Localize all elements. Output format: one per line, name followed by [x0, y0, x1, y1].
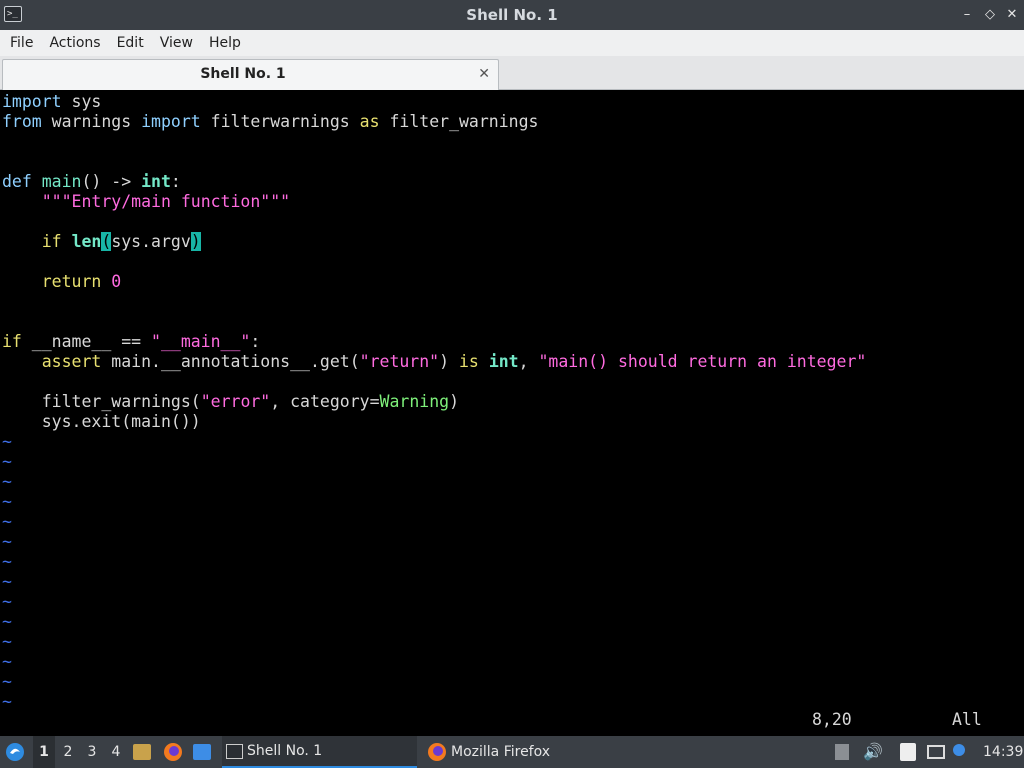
- empty-line-tilde: ~: [2, 632, 12, 651]
- empty-line-tilde: ~: [2, 532, 12, 551]
- updates-icon[interactable]: [953, 736, 969, 768]
- empty-line-tilde: ~: [2, 652, 12, 671]
- task-label: Mozilla Firefox: [451, 744, 551, 760]
- code-line-17: sys.exit(main()): [41, 412, 201, 431]
- restore-button[interactable]: ◇: [981, 6, 999, 24]
- taskbar: 1 2 3 4 Shell No. 1 Mozilla Firefox 🔊 14…: [0, 736, 1024, 768]
- terminal-icon: [226, 743, 243, 759]
- workspace-3[interactable]: 3: [81, 736, 103, 768]
- menu-view[interactable]: View: [154, 30, 199, 56]
- code-line-14: assert main.__annotations__.get("return"…: [41, 352, 867, 371]
- lxqt-logo-icon: [6, 743, 24, 761]
- menu-actions[interactable]: Actions: [43, 30, 106, 56]
- menu-file[interactable]: File: [4, 30, 39, 56]
- network-icon[interactable]: [927, 736, 947, 768]
- tab-bar: Shell No. 1 ✕: [0, 56, 1024, 90]
- empty-line-tilde: ~: [2, 492, 12, 511]
- volume-icon[interactable]: 🔊: [863, 736, 883, 768]
- cursor: ): [190, 232, 201, 251]
- workspace-2[interactable]: 2: [57, 736, 79, 768]
- empty-line-tilde: ~: [2, 452, 12, 471]
- firefox-icon: [428, 743, 446, 761]
- scroll-indicator: All: [952, 710, 982, 729]
- menu-edit[interactable]: Edit: [111, 30, 150, 56]
- workspace-1[interactable]: 1: [33, 736, 55, 768]
- code-line-16: filter_warnings("error", category=Warnin…: [41, 392, 460, 411]
- empty-line-tilde: ~: [2, 672, 12, 691]
- start-menu-button[interactable]: [4, 736, 30, 768]
- empty-line-tilde: ~: [2, 692, 12, 711]
- workspace-4[interactable]: 4: [105, 736, 127, 768]
- clock: 14:39: [983, 744, 1024, 760]
- clipboard-icon[interactable]: [900, 736, 920, 768]
- tab-label: Shell No. 1: [200, 66, 286, 82]
- code-line-8: if len(sys.argv): [41, 232, 201, 251]
- empty-line-tilde: ~: [2, 552, 12, 571]
- empty-line-tilde: ~: [2, 612, 12, 631]
- code-line-10: return 0: [41, 272, 122, 291]
- code-line-5: def main() -> int:: [2, 172, 181, 191]
- firefox-icon[interactable]: [163, 736, 185, 768]
- show-desktop-icon[interactable]: [193, 736, 215, 768]
- menu-help[interactable]: Help: [203, 30, 247, 56]
- minimize-button[interactable]: –: [958, 6, 976, 24]
- file-manager-icon[interactable]: [133, 736, 155, 768]
- close-button[interactable]: ✕: [1003, 6, 1021, 24]
- tab-shell-1[interactable]: Shell No. 1 ✕: [2, 59, 499, 90]
- tab-close-icon[interactable]: ✕: [478, 65, 490, 83]
- cursor-position: 8,20: [812, 710, 852, 729]
- code-line-6: """Entry/main function""": [41, 192, 291, 211]
- empty-line-tilde: ~: [2, 432, 12, 451]
- tray-arrow-icon[interactable]: [835, 736, 853, 768]
- title-bar: >_ Shell No. 1 – ◇ ✕: [0, 0, 1024, 30]
- task-mozilla-firefox[interactable]: Mozilla Firefox: [424, 736, 624, 768]
- empty-line-tilde: ~: [2, 592, 12, 611]
- task-shell-no-1[interactable]: Shell No. 1: [222, 736, 417, 768]
- empty-line-tilde: ~: [2, 572, 12, 591]
- terminal-area[interactable]: import sys from warnings import filterwa…: [0, 90, 1024, 734]
- empty-line-tilde: ~: [2, 512, 12, 531]
- matched-bracket: (: [101, 232, 112, 251]
- task-label: Shell No. 1: [247, 743, 323, 759]
- code-line-2: from warnings import filterwarnings as f…: [2, 112, 539, 131]
- code-line-13: if __name__ == "__main__":: [2, 332, 261, 351]
- code-line-1: import sys: [2, 92, 102, 111]
- window-title: Shell No. 1: [466, 6, 558, 24]
- menu-bar: File Actions Edit View Help: [0, 30, 1024, 56]
- empty-line-tilde: ~: [2, 472, 12, 491]
